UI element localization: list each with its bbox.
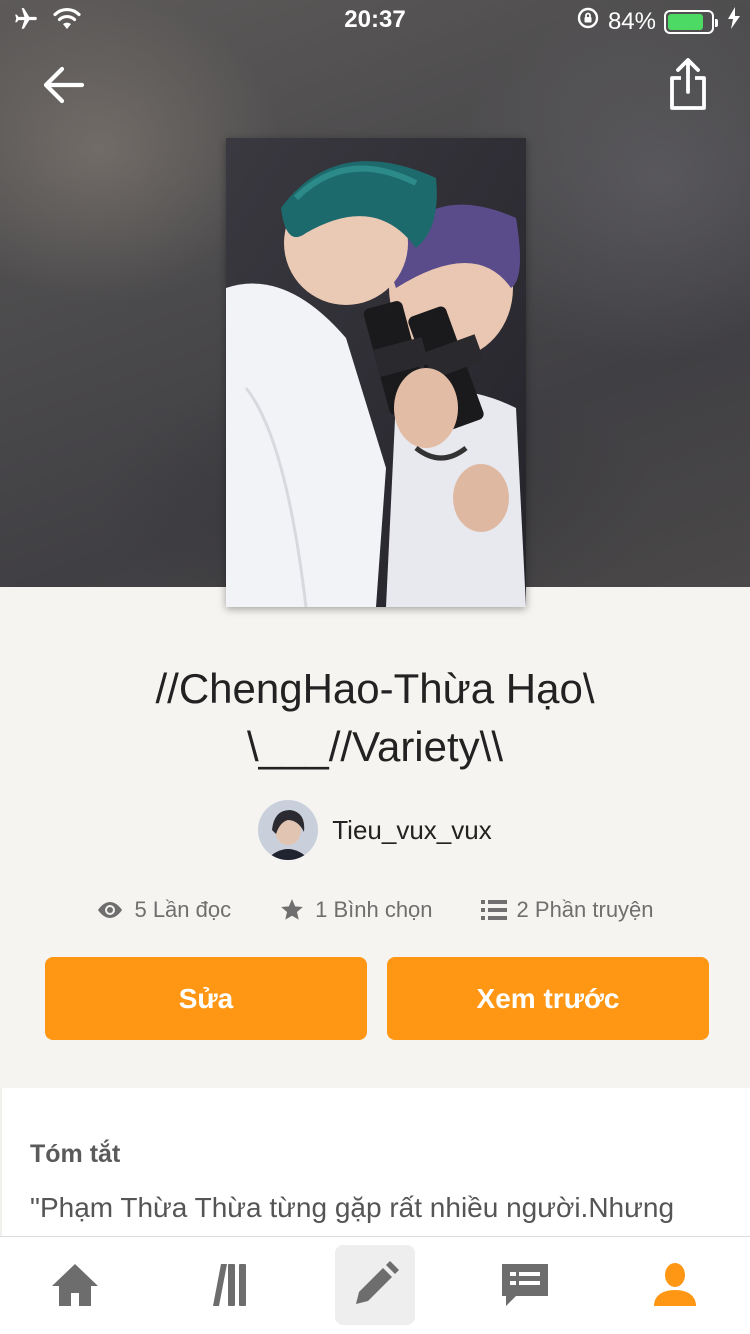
reads-stat: 5 Lần đọc	[96, 897, 231, 923]
reads-count: 5 Lần đọc	[134, 897, 232, 922]
avatar[interactable]	[258, 800, 319, 860]
list-icon	[480, 900, 507, 920]
rotation-lock-icon	[576, 6, 600, 37]
star-icon	[281, 899, 303, 920]
parts-count: 2 Phần truyện	[516, 897, 654, 922]
back-button[interactable]	[38, 60, 88, 110]
home-icon	[52, 1264, 98, 1306]
tab-home[interactable]	[35, 1245, 115, 1325]
summary-section: Tóm tắt "Phạm Thừa Thừa từng gặp rất nhi…	[0, 1088, 750, 1248]
votes-count: 1 Bình chọn	[315, 897, 433, 922]
summary-text: "Phạm Thừa Thừa từng gặp rất nhiều người…	[30, 1192, 675, 1223]
author-name[interactable]: Tieu_vux_vux	[332, 815, 491, 846]
battery-level	[668, 13, 704, 30]
tab-profile[interactable]	[635, 1245, 715, 1325]
tab-library[interactable]	[186, 1245, 266, 1325]
bottom-tab-bar	[0, 1236, 750, 1334]
tab-write[interactable]	[335, 1245, 415, 1325]
battery-percent: 84%	[607, 7, 656, 35]
parts-stat: 2 Phần truyện	[480, 897, 654, 923]
story-cover-image[interactable]	[226, 138, 526, 607]
library-icon	[213, 1264, 246, 1306]
author-row[interactable]: Tieu_vux_vux	[0, 800, 750, 860]
eye-icon	[98, 902, 123, 918]
story-title: //ChengHao-Thừa Hạo\ \___//Variety\\	[155, 665, 595, 770]
share-icon	[670, 58, 706, 110]
battery-icon	[664, 9, 718, 34]
preview-button[interactable]: Xem trước	[387, 957, 709, 1040]
chat-icon	[502, 1264, 548, 1306]
arrow-left-icon	[43, 66, 85, 104]
charging-icon	[728, 7, 740, 36]
story-stats: 5 Lần đọc 1 Bình chọn 2 Phần truyện	[0, 890, 750, 930]
share-button[interactable]	[666, 56, 710, 112]
user-icon	[654, 1263, 696, 1306]
edit-button[interactable]: Sửa	[45, 957, 367, 1040]
summary-heading: Tóm tắt	[30, 1140, 121, 1168]
tab-messages[interactable]	[485, 1245, 565, 1325]
status-bar: 20:37 84%	[0, 0, 750, 40]
pencil-icon	[356, 1261, 399, 1304]
votes-stat: 1 Bình chọn	[279, 897, 433, 923]
